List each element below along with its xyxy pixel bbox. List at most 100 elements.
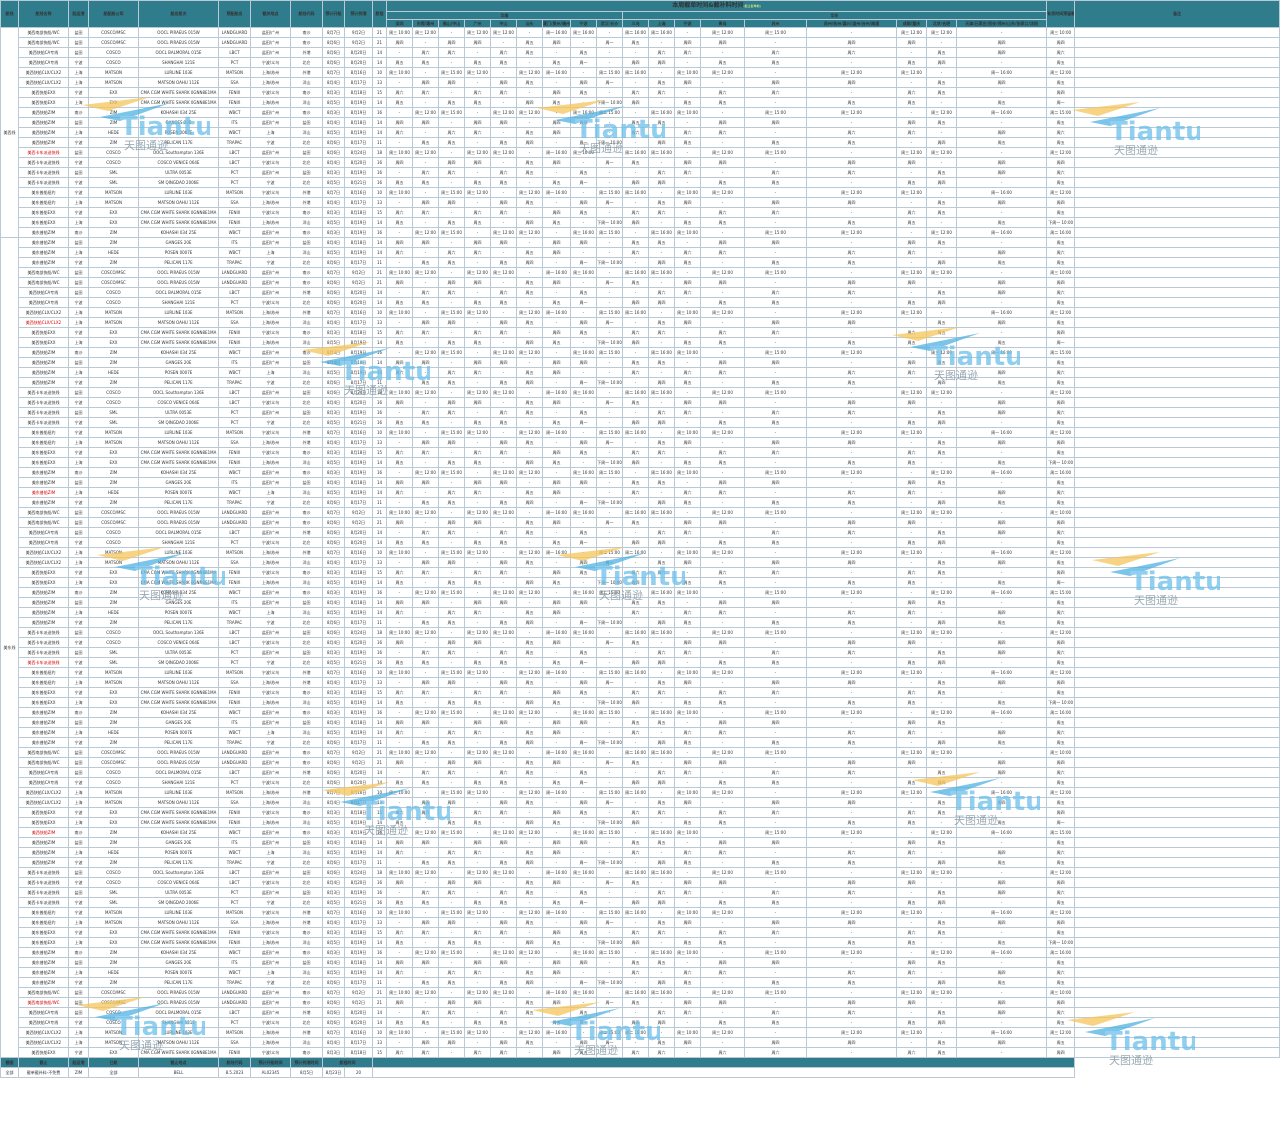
table-row[interactable]: 美西南部快船/WC 盐田 COSCO/MSC OOCL PIRAEUS 015W LAN… — [1, 757, 1280, 768]
table-row[interactable]: 美西快船EXX 上海 EXX CMA CGM WHITE SHARK 0GNN8E1M… — [1, 337, 1280, 348]
table-row[interactable]: 美西快船EXX 宁波 EXX CMA CGM WHITE SHARK 0GNN8E1M… — [1, 87, 1280, 98]
table-row[interactable]: 美西快船EXX 上海 EXX CMA CGM WHITE SHARK 0GNN8E1M… — [1, 97, 1280, 108]
table-row[interactable]: 美西快船CA专线 宁波 COSCO SHANGHAI 121E PCT 宁波/义乌 北仑 8月… — [1, 1017, 1280, 1028]
table-row[interactable]: 美东普船纽约 上海 MATSON MATSON OAHU 112E SSA 上海/苏州 外港… — [1, 677, 1280, 688]
table-row[interactable]: 美东普船纽约 上海 MATSON MATSON OAHU 112E SSA 上海/苏州 外港… — [1, 917, 1280, 928]
table-row[interactable]: 美西快船CLX/CLX2 上海 MATSON LURLINE 103E MATSON 上海… — [1, 307, 1280, 318]
table-row[interactable]: 美西南部快船/WC 盐田 COSCO/MSC OOCL PIRAEUS 015W LAN… — [1, 747, 1280, 758]
table-row[interactable]: 美东普船纽约 宁波 MATSON LURLINE 103E MATSON 宁波/义乌 外港 8… — [1, 667, 1280, 678]
table-row[interactable]: 美西卡车派送快线 盐田 SML ULTRA 0053E PCT 盐田/广州 盐田 8月3日 8月… — [1, 887, 1280, 898]
table-row[interactable]: 美西快船CLX/CLX2 上海 MATSON LURLINE 103E MATSON 上海… — [1, 787, 1280, 798]
table-row[interactable]: 美西快船ZIM 宁波 ZIM PELICAN 117E TRAPAC 宁波 北仑 8月6日 8月… — [1, 377, 1280, 388]
table-row[interactable]: 美东普船EXX 上海 EXX CMA CGM WHITE SHARK 0GNN8E1M… — [1, 457, 1280, 468]
table-row[interactable]: 美西快船ZIM 盐田 ZIM GANGES 20E ITS 盐田/广州 盐田 8月4日 8月18… — [1, 117, 1280, 128]
table-row[interactable]: 美西南部快船/WC 盐田 COSCO/MSC OOCL PIRAEUS 015W LAN… — [1, 997, 1280, 1008]
table-row[interactable]: 美西南部快船/WC 盐田 COSCO/MSC OOCL PIRAEUS 015W LAN… — [1, 37, 1280, 48]
table-row[interactable]: 美东普船ZIM 宁波 ZIM PELICAN 117E TRAPAC 宁波 北仑 8月6日 8月… — [1, 497, 1280, 508]
table-row[interactable]: 美西快船ZIM 南沙 ZIM KOHASHI 034 25E WBCT 盐田/广州 南沙 8月… — [1, 107, 1280, 118]
table-row[interactable]: 美西快船ZIM 上海 HEDE POSEN 0007E WBCT 上海 洋山 8月5日 8月19… — [1, 847, 1280, 858]
table-row[interactable]: 美东普船ZIM 盐田 ZIM GANGES 20E ITS 盐田/广州 盐田 8月4日 8月18… — [1, 477, 1280, 488]
table-row[interactable]: 美西卡车派送快线 宁波 COSCO COSCO VENICE 064E LBCT 宁波/义… — [1, 397, 1280, 408]
table-row[interactable]: 美东普船ZIM 上海 HEDE POSEN 0007E WBCT 上海 洋山 8月5日 8月19… — [1, 967, 1280, 978]
table-row[interactable]: 美西快船CA专线 盐田 COSCO OOCL BALMORAL 015E LBCT 盐田/… — [1, 1007, 1280, 1018]
table-row[interactable]: 美西线 美西南部快船/WC 盐田 COSCO/MSC OOCL PIRAEUS 015W… — [0, 27, 1280, 238]
table-row[interactable]: 美西快船CA专线 宁波 COSCO SHANGHAI 121E PCT 宁波/义乌 北仑 8月… — [1, 297, 1280, 308]
table-row[interactable]: 美东普船纽约 宁波 MATSON LURLINE 103E MATSON 宁波/义乌 外港 8… — [1, 427, 1280, 438]
table-row[interactable]: 美东普船ZIM 盐田 ZIM GANGES 20E ITS 盐田/广州 盐田 8月4日 8月18… — [1, 717, 1280, 728]
table-row[interactable]: 美西快船CLX/CLX2 上海 MATSON MATSON OAHU 112E SSA 上… — [1, 557, 1280, 568]
table-row[interactable]: 美东普船ZIM 上海 HEDE POSEN 0007E WBCT 上海 洋山 8月5日 8月19… — [1, 247, 1280, 258]
table-row[interactable]: 美西卡车派送快线 宁波 COSCO COSCO VENICE 064E LBCT 宁波/义… — [1, 637, 1280, 648]
table-row[interactable]: 美西快船ZIM 上海 HEDE POSEN 0007E WBCT 上海 洋山 8月5日 8月19… — [1, 367, 1280, 378]
table-row[interactable]: 美西卡车派送快线 盐田 SML ULTRA 0053E PCT 盐田/广州 盐田 8月3日 8月… — [1, 647, 1280, 658]
table-row[interactable]: 美西卡车派送快线 宁波 SML SM QINGDAO 2006E PCT 宁波 北仑 8月5日… — [1, 897, 1280, 908]
table-row[interactable]: 美东普船ZIM 上海 HEDE POSEN 0007E WBCT 上海 洋山 8月5日 8月19… — [1, 487, 1280, 498]
table-row[interactable]: 美西南部快船/WC 盐田 COSCO/MSC OOCL PIRAEUS 015W LAN… — [1, 987, 1280, 998]
table-row[interactable]: 美西快船ZIM 盐田 ZIM GANGES 20E ITS 盐田/广州 盐田 8月4日 8月18… — [1, 837, 1280, 848]
table-row[interactable]: 美西快船CLX/CLX2 上海 MATSON LURLINE 103E MATSON 上海… — [1, 547, 1280, 558]
table-row[interactable]: 美西快船ZIM 南沙 ZIM KOHASHI 034 25E WBCT 盐田/广州 南沙 8月… — [1, 587, 1280, 598]
table-row[interactable]: 美东普船纽约 宁波 MATSON LURLINE 103E MATSON 宁波/义乌 外港 8… — [1, 187, 1280, 198]
table-row[interactable]: 美西快船CA专线 宁波 COSCO SHANGHAI 121E PCT 宁波/义乌 北仑 8月… — [1, 777, 1280, 788]
table-row[interactable]: 美西快船ZIM 上海 HEDE POSEN 0007E WBCT 上海 洋山 8月5日 8月19… — [1, 607, 1280, 618]
table-row[interactable]: 美西快船ZIM 宁波 ZIM PELICAN 117E TRAPAC 宁波 北仑 8月6日 8月… — [1, 617, 1280, 628]
table-row[interactable]: 美西快船ZIM 南沙 ZIM KOHASHI 034 25E WBCT 盐田/广州 南沙 8月… — [1, 347, 1280, 358]
table-row[interactable]: 美东普船ZIM 南沙 ZIM KOHASHI 034 25E WBCT 盐田/广州 南沙 8月… — [1, 227, 1280, 238]
table-row[interactable]: 美西快船CLX/CLX2 上海 MATSON LURLINE 103E MATSON 上海… — [1, 67, 1280, 78]
table-row[interactable]: 美西卡车派送快线 盐田 COSCO OOCL Southampton 136E LBCT… — [1, 867, 1280, 878]
table-row[interactable]: 美东普船ZIM 盐田 ZIM GANGES 20E ITS 盐田/广州 盐田 8月4日 8月18… — [1, 957, 1280, 968]
table-row[interactable]: 美西快船ZIM 宁波 ZIM PELICAN 117E TRAPAC 宁波 北仑 8月6日 8月… — [1, 857, 1280, 868]
table-row[interactable]: 美西快船CA专线 盐田 COSCO OOCL BALMORAL 015E LBCT 盐田/… — [1, 527, 1280, 538]
table-row[interactable]: 美西卡车派送快线 盐田 COSCO OOCL Southampton 136E LBCT… — [1, 627, 1280, 638]
table-row[interactable]: 美东普船纽约 宁波 MATSON LURLINE 103E MATSON 宁波/义乌 外港 8… — [1, 907, 1280, 918]
table-row[interactable]: 美东普船ZIM 南沙 ZIM KOHASHI 034 25E WBCT 盐田/广州 南沙 8月… — [1, 707, 1280, 718]
table-row[interactable]: 美西快船CA专线 盐田 COSCO OOCL BALMORAL 015E LBCT 盐田/… — [1, 767, 1280, 778]
table-row[interactable]: 美西卡车派送快线 宁波 COSCO COSCO VENICE 064E LBCT 宁波/义… — [1, 157, 1280, 168]
table-row[interactable]: 美西南部快船/WC 盐田 COSCO/MSC OOCL PIRAEUS 015W LAN… — [1, 267, 1280, 278]
table-row[interactable]: 美西南部快船/WC 盐田 COSCO/MSC OOCL PIRAEUS 015W LAN… — [1, 277, 1280, 288]
table-row[interactable]: 美东普船ZIM 宁波 ZIM PELICAN 117E TRAPAC 宁波 北仑 8月6日 8月… — [1, 737, 1280, 748]
table-row[interactable]: 美西快船EXX 宁波 EXX CMA CGM WHITE SHARK 0GNN8E1M… — [1, 327, 1280, 338]
table-row[interactable]: 美西快船CA专线 宁波 COSCO SHANGHAI 121E PCT 宁波/义乌 北仑 8月… — [1, 537, 1280, 548]
table-row[interactable]: 美西快船CA专线 宁波 COSCO SHANGHAI 121E PCT 宁波/义乌 北仑 8月… — [1, 57, 1280, 68]
table-row[interactable]: 美东普船EXX 上海 EXX CMA CGM WHITE SHARK 0GNN8E1M… — [1, 937, 1280, 948]
table-row[interactable]: 美西快船EXX 上海 EXX CMA CGM WHITE SHARK 0GNN8E1M… — [1, 817, 1280, 828]
table-row[interactable]: 美东普船ZIM 南沙 ZIM KOHASHI 034 25E WBCT 盐田/广州 南沙 8月… — [1, 947, 1280, 958]
table-row[interactable]: 美西快船CLX/CLX2 上海 MATSON MATSON OAHU 112E SSA 上… — [1, 1037, 1280, 1048]
table-row[interactable]: 美西卡车派送快线 宁波 COSCO COSCO VENICE 064E LBCT 宁波/义… — [1, 877, 1280, 888]
table-row[interactable]: 美东普船纽约 上海 MATSON MATSON OAHU 112E SSA 上海/苏州 外港… — [1, 437, 1280, 448]
table-row[interactable]: 美西快船ZIM 宁波 ZIM PELICAN 117E TRAPAC 宁波 北仑 8月6日 8月… — [1, 137, 1280, 148]
table-row[interactable]: 美东普船EXX 上海 EXX CMA CGM WHITE SHARK 0GNN8E1M… — [1, 217, 1280, 228]
table-row[interactable]: 美西快船EXX 宁波 EXX CMA CGM WHITE SHARK 0GNN8E1M… — [1, 807, 1280, 818]
table-row[interactable]: 美东普船EXX 宁波 EXX CMA CGM WHITE SHARK 0GNN8E1M… — [1, 207, 1280, 218]
table-row[interactable]: 美东普船EXX 宁波 EXX CMA CGM WHITE SHARK 0GNN8E1M… — [1, 447, 1280, 458]
table-row[interactable]: 美东普船EXX 宁波 EXX CMA CGM WHITE SHARK 0GNN8E1M… — [1, 687, 1280, 698]
table-row[interactable]: 美西卡车派送快线 宁波 SML SM QINGDAO 2006E PCT 宁波 北仑 8月5日… — [1, 657, 1280, 668]
table-row[interactable]: 美西快船CLX/CLX2 上海 MATSON LURLINE 103E MATSON 上海… — [1, 1027, 1280, 1038]
table-row[interactable]: 美西快船ZIM 盐田 ZIM GANGES 20E ITS 盐田/广州 盐田 8月4日 8月18… — [1, 597, 1280, 608]
table-row[interactable]: 美西南部快船/WC 盐田 COSCO/MSC OOCL PIRAEUS 015W LAN… — [1, 517, 1280, 528]
table-row[interactable]: 美西快船CLX/CLX2 上海 MATSON MATSON OAHU 112E SSA 上… — [1, 77, 1280, 88]
table-row[interactable]: 美东普船ZIM 宁波 ZIM PELICAN 117E TRAPAC 宁波 北仑 8月6日 8月… — [1, 977, 1280, 988]
table-row[interactable]: 美西快船CLX/CLX2 上海 MATSON MATSON OAHU 112E SSA 上… — [1, 797, 1280, 808]
table-row[interactable]: 美东普船EXX 上海 EXX CMA CGM WHITE SHARK 0GNN8E1M… — [1, 697, 1280, 708]
table-row[interactable]: 美西卡车派送快线 盐田 SML ULTRA 0053E PCT 盐田/广州 盐田 8月3日 8月… — [1, 167, 1280, 178]
table-row[interactable]: 美东普船ZIM 南沙 ZIM KOHASHI 034 25E WBCT 盐田/广州 南沙 8月… — [1, 467, 1280, 478]
table-row[interactable]: 美西快船ZIM 南沙 ZIM KOHASHI 034 25E WBCT 盐田/广州 南沙 8月… — [1, 827, 1280, 838]
table-row[interactable]: 美西快船CA专线 盐田 COSCO OOCL BALMORAL 015E LBCT 盐田/… — [1, 287, 1280, 298]
table-row[interactable]: 美西快船CA专线 盐田 COSCO OOCL BALMORAL 015E LBCT 盐田/… — [1, 47, 1280, 58]
table-row[interactable]: 美东普船EXX 宁波 EXX CMA CGM WHITE SHARK 0GNN8E1M… — [1, 927, 1280, 938]
table-row[interactable]: 美西卡车派送快线 盐田 SML ULTRA 0053E PCT 盐田/广州 盐田 8月3日 8月… — [1, 407, 1280, 418]
table-row[interactable]: 美西卡车派送快线 盐田 COSCO OOCL Southampton 136E LBCT… — [1, 147, 1280, 158]
table-row[interactable]: 美西卡车派送快线 宁波 SML SM QINGDAO 2006E PCT 宁波 北仑 8月5日… — [1, 177, 1280, 188]
table-row[interactable]: 美西南部快船/WC 盐田 COSCO/MSC OOCL PIRAEUS 015W LAN… — [1, 507, 1280, 518]
table-row[interactable]: 美西快船EXX 上海 EXX CMA CGM WHITE SHARK 0GNN8E1M… — [1, 577, 1280, 588]
table-row[interactable]: 美东普船ZIM 宁波 ZIM PELICAN 117E TRAPAC 宁波 北仑 8月6日 8月… — [1, 257, 1280, 268]
table-row[interactable]: 美西快船EXX 宁波 EXX CMA CGM WHITE SHARK 0GNN8E1M… — [1, 567, 1280, 578]
table-row[interactable]: 美西快船ZIM 上海 HEDE POSEN 0007E WBCT 上海 洋山 8月5日 8月19… — [1, 127, 1280, 138]
table-row[interactable]: 美西快船CLX/CLX2 上海 MATSON MATSON OAHU 112E SSA 上… — [1, 317, 1280, 328]
table-row[interactable]: 美西快船EXX 宁波 EXX CMA CGM WHITE SHARK 0GNN8E1M… — [1, 1047, 1280, 1058]
table-row[interactable]: 美东普船纽约 上海 MATSON MATSON OAHU 112E SSA 上海/苏州 外港… — [1, 197, 1280, 208]
table-row[interactable]: 美西快船ZIM 盐田 ZIM GANGES 20E ITS 盐田/广州 盐田 8月4日 8月18… — [1, 357, 1280, 368]
table-row[interactable]: 美西卡车派送快线 盐田 COSCO OOCL Southampton 136E LBCT… — [1, 387, 1280, 398]
